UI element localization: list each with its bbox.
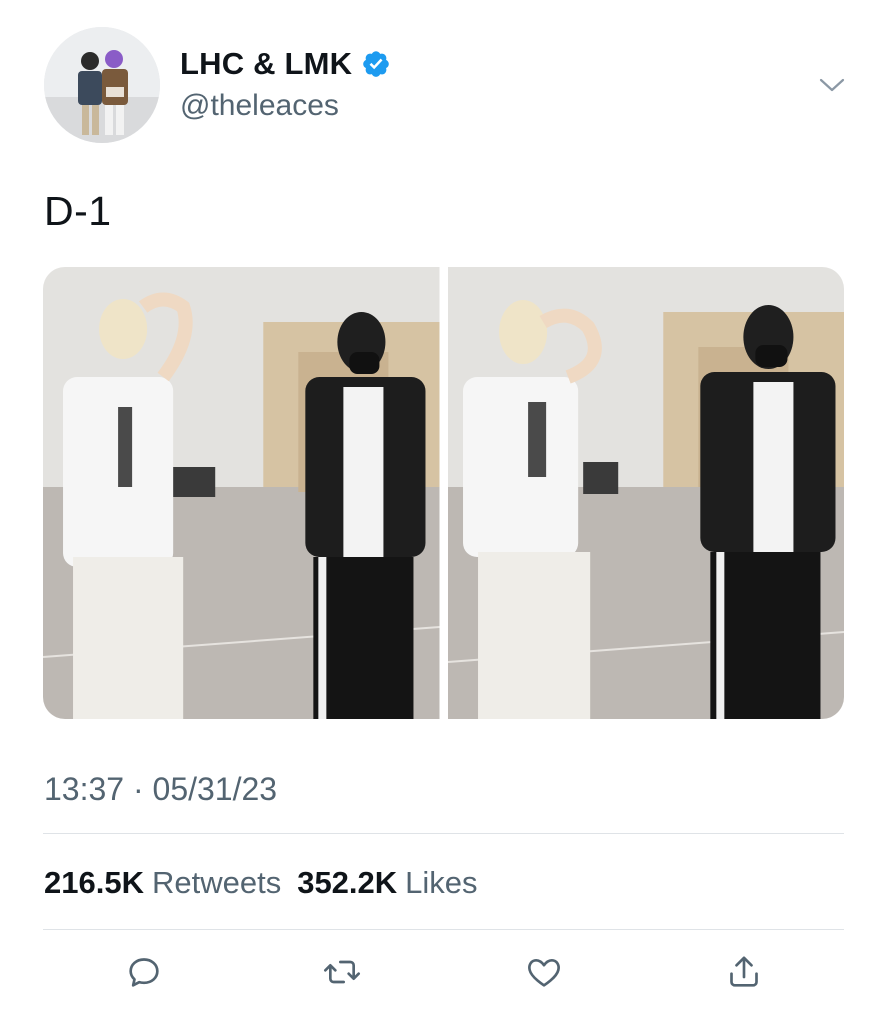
tweet-timestamp[interactable]: 13:37 · 05/31/23 [44,771,277,808]
display-name[interactable]: LHC & LMK [180,46,391,82]
share-icon[interactable] [722,950,766,994]
reply-icon[interactable] [122,950,166,994]
avatar-image [44,27,160,143]
verified-badge-icon [361,49,391,79]
avatar[interactable] [44,27,160,143]
media-grid[interactable] [43,267,844,719]
photo-right[interactable] [447,267,844,719]
display-name-text: LHC & LMK [180,46,353,81]
retweets-count: 216.5K [44,865,144,900]
likes-stat[interactable]: 352.2K Likes [297,865,477,901]
photo-left[interactable] [43,267,440,719]
divider [43,929,844,930]
user-handle[interactable]: @theleaces [180,89,339,123]
retweet-icon[interactable] [320,950,364,994]
tweet-text: D-1 [44,188,112,234]
likes-label: Likes [405,865,478,900]
retweets-label: Retweets [151,865,282,900]
tweet-stats: 216.5K Retweets 352.2K Likes [44,865,478,901]
chevron-down-icon[interactable] [818,74,846,96]
tweet-actions [0,950,887,1002]
heart-icon[interactable] [522,950,566,994]
divider [43,833,844,834]
likes-count: 352.2K [297,865,398,900]
retweets-stat[interactable]: 216.5K Retweets [44,865,281,901]
